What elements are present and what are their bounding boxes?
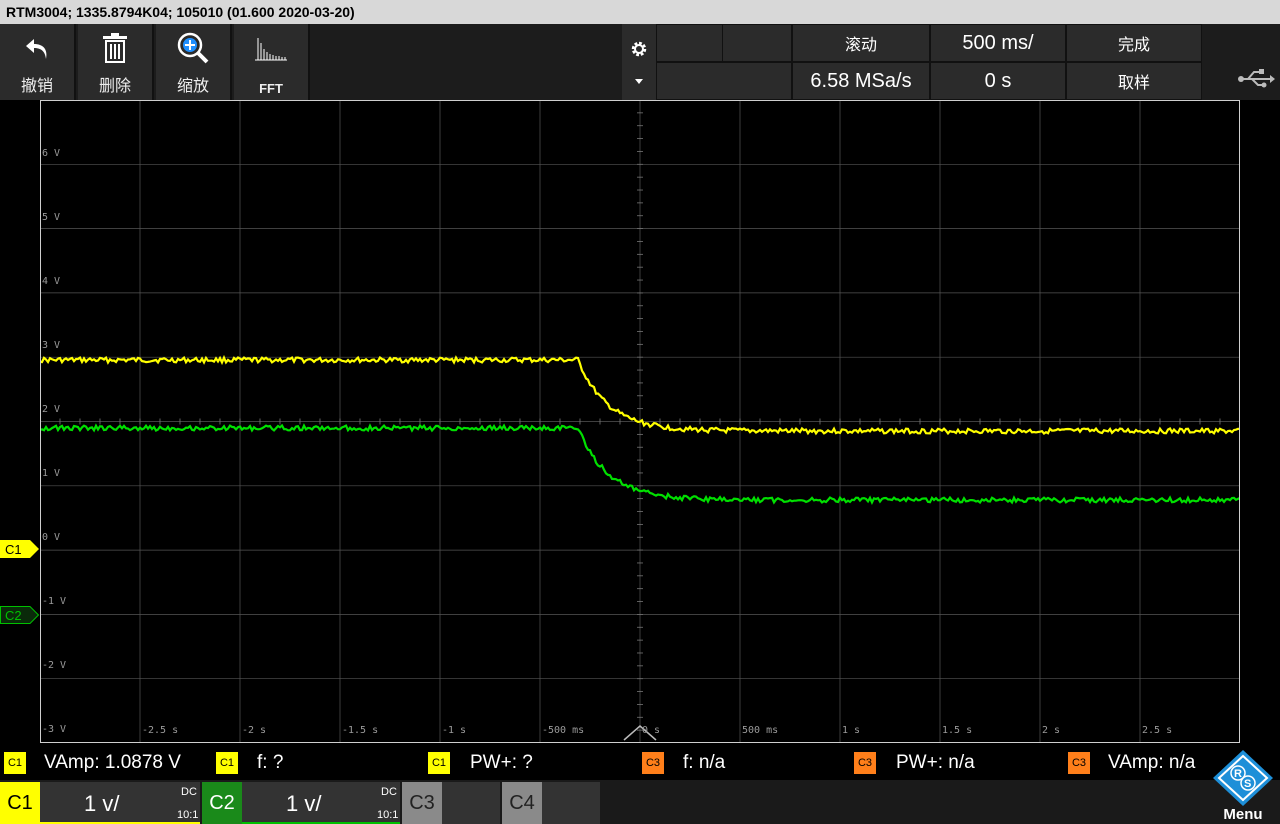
settings-button[interactable] xyxy=(622,24,656,100)
acq-empty-cell-2 xyxy=(722,24,792,62)
acq-mode[interactable]: 滚动 xyxy=(792,24,930,62)
zoom-label: 缩放 xyxy=(176,78,209,95)
x-axis-label: -500 ms xyxy=(542,725,585,736)
y-axis-label: 4 V xyxy=(42,276,61,287)
undo-icon xyxy=(0,30,74,66)
channel-3-label: C3 xyxy=(402,782,442,824)
x-axis-label: -2 s xyxy=(242,725,267,736)
acq-type[interactable]: 取样 xyxy=(1066,62,1202,100)
waveform-display[interactable] xyxy=(40,100,1240,743)
channel-3-tile[interactable]: C3 xyxy=(402,782,500,824)
delete-label: 删除 xyxy=(98,78,131,95)
measurement-value[interactable]: VAmp: n/a xyxy=(1108,750,1195,776)
y-axis-label: 1 V xyxy=(42,468,61,479)
window-title: RTM3004; 1335.8794K04; 105010 (01.600 20… xyxy=(0,0,1280,24)
y-axis-label: 5 V xyxy=(42,212,61,223)
dropdown-arrow-icon xyxy=(635,79,643,84)
y-axis-label: 2 V xyxy=(42,404,61,415)
acq-empty-cell-3 xyxy=(656,62,792,100)
x-axis-label: 1 s xyxy=(842,725,861,736)
y-axis-label: 3 V xyxy=(42,340,61,351)
y-axis-label: -2 V xyxy=(42,660,67,671)
menu-button[interactable]: R S Menu xyxy=(1206,748,1280,824)
channel-1-offset-marker[interactable]: C1 xyxy=(0,540,40,558)
acq-empty-cell-1 xyxy=(656,24,724,62)
menu-label: Menu xyxy=(1223,806,1263,823)
measurement-source-badge: C3 xyxy=(642,752,664,774)
measurement-source-badge: C1 xyxy=(216,752,238,774)
channel-2-coupling: DC xyxy=(381,786,397,798)
sample-rate: 6.58 MSa/s xyxy=(792,62,930,100)
undo-button[interactable]: 撤销 xyxy=(0,24,76,100)
channel-2-offset-marker[interactable]: C2 xyxy=(0,606,40,624)
x-axis-label: 0 s xyxy=(642,725,661,736)
channel-1-label: C1 xyxy=(0,782,40,824)
usb-icon xyxy=(1238,69,1275,88)
channel-1-coupling: DC xyxy=(181,786,197,798)
delete-button[interactable]: 删除 xyxy=(78,24,154,100)
x-axis-label: -1.5 s xyxy=(342,725,379,736)
gear-icon xyxy=(631,41,647,57)
zoom-button[interactable]: 缩放 xyxy=(156,24,232,100)
c2-marker-label: C2 xyxy=(5,608,22,623)
y-axis-label: -3 V xyxy=(42,724,67,735)
measurement-value[interactable]: f: n/a xyxy=(683,750,725,776)
measurement-value[interactable]: PW+: ? xyxy=(470,750,533,776)
y-axis-label: 6 V xyxy=(42,148,61,159)
measurement-value[interactable]: VAmp: 1.0878 V xyxy=(44,750,181,776)
measurement-source-badge: C3 xyxy=(854,752,876,774)
fft-spectrum-icon xyxy=(234,30,308,66)
x-axis-label: -2.5 s xyxy=(142,725,179,736)
x-axis-label: 500 ms xyxy=(742,725,779,736)
channel-2-probe: 10:1 xyxy=(377,809,399,821)
c1-marker-label: C1 xyxy=(5,542,22,557)
trash-icon xyxy=(78,30,152,66)
x-axis-label: -1 s xyxy=(442,725,467,736)
measurement-value[interactable]: f: ? xyxy=(257,750,283,776)
y-axis-label: 0 V xyxy=(42,532,61,543)
zoom-in-icon xyxy=(156,30,230,66)
horizontal-position[interactable]: 0 s xyxy=(930,62,1066,100)
rs-logo-icon: R S xyxy=(1213,750,1273,806)
channel-4-label: C4 xyxy=(502,782,542,824)
y-axis-label: -1 V xyxy=(42,596,67,607)
measurement-source-badge: C1 xyxy=(428,752,450,774)
channel-2-tile[interactable]: C2 1 v/ DC 10:1 xyxy=(202,782,400,824)
channel-4-tile[interactable]: C4 xyxy=(502,782,600,824)
channel-1-probe: 10:1 xyxy=(177,809,199,821)
svg-text:S: S xyxy=(1244,778,1251,790)
measurement-source-badge: C1 xyxy=(4,752,26,774)
channel-2-scale: 1 v/ xyxy=(286,791,322,816)
measurement-source-badge: C3 xyxy=(1068,752,1090,774)
timebase[interactable]: 500 ms/ xyxy=(930,24,1066,62)
acq-status[interactable]: 完成 xyxy=(1066,24,1202,62)
svg-text:R: R xyxy=(1234,768,1242,780)
x-axis-label: 1.5 s xyxy=(942,725,973,736)
undo-label: 撤销 xyxy=(20,78,53,95)
measurement-value[interactable]: PW+: n/a xyxy=(896,750,975,776)
channel-1-tile[interactable]: C1 1 v/ DC 10:1 xyxy=(0,782,200,824)
x-axis-label: 2.5 s xyxy=(1142,725,1173,736)
channel-2-label: C2 xyxy=(202,782,242,824)
fft-label: FFT xyxy=(259,81,283,96)
fft-button[interactable]: FFT xyxy=(234,24,310,100)
x-axis-label: 2 s xyxy=(1042,725,1061,736)
channel-1-scale: 1 v/ xyxy=(84,791,120,816)
